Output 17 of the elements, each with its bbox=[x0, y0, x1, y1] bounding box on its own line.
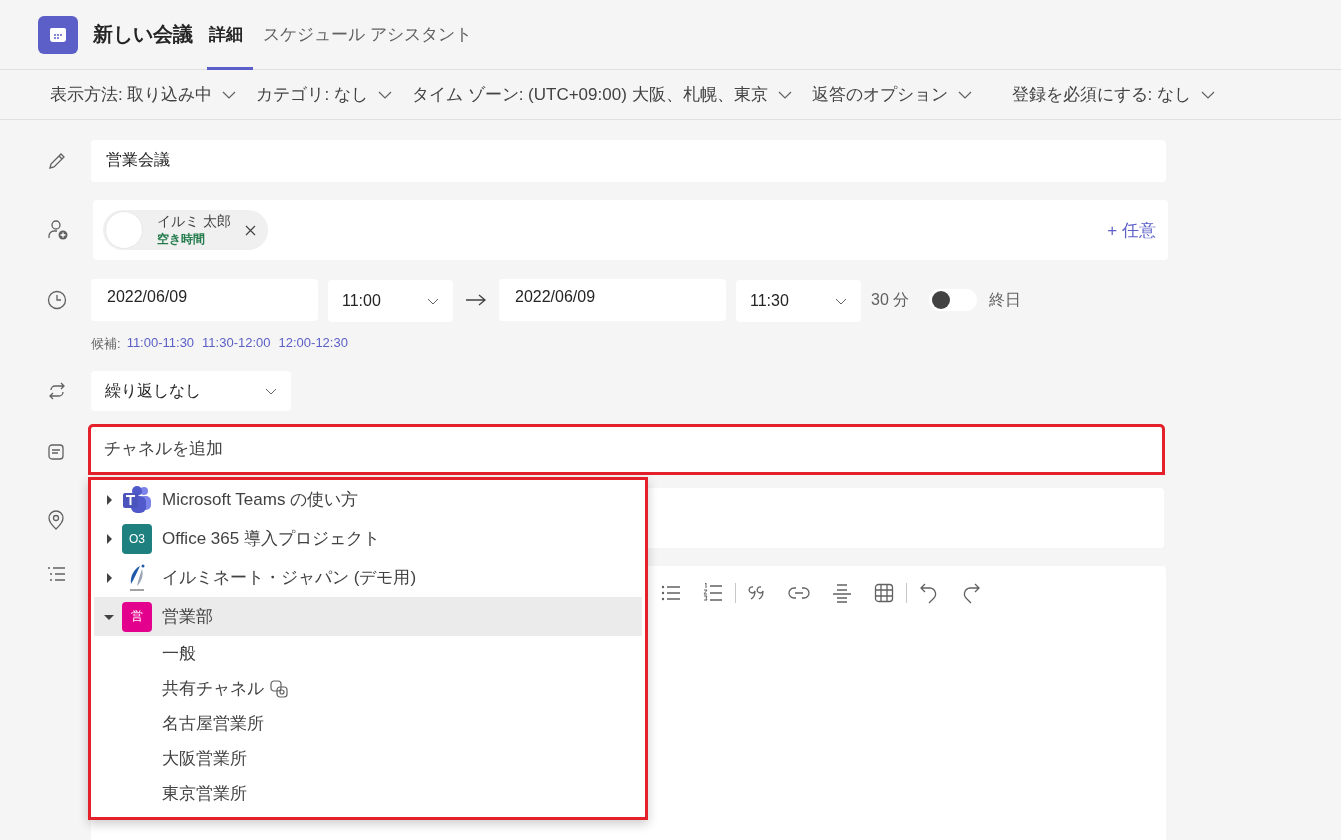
team-name: イルミネート・ジャパン (デモ用) bbox=[162, 567, 417, 589]
team-name: Office 365 導入プロジェクト bbox=[162, 528, 380, 550]
availability-status: 空き時間 bbox=[157, 230, 206, 248]
all-day-label: 終日 bbox=[989, 289, 1022, 310]
team-avatar: 営 bbox=[122, 601, 152, 632]
meeting-title: 新しい会議 bbox=[93, 22, 193, 47]
duration-text: 30 分 bbox=[871, 289, 910, 310]
channel-name: 名古屋営業所 bbox=[162, 713, 264, 735]
channel-name: 東京営業所 bbox=[162, 783, 247, 805]
team-name: 営業部 bbox=[162, 606, 213, 628]
attendee-name: イルミ 太郎 bbox=[157, 212, 231, 231]
channel-name: 共有チャネル bbox=[162, 678, 264, 700]
team-name: Microsoft Teams の使い方 bbox=[162, 489, 359, 511]
suggestions-label: 候補: bbox=[91, 335, 121, 353]
channel-name: 大阪営業所 bbox=[162, 748, 247, 770]
team-avatar: O3 bbox=[122, 523, 152, 554]
channel-name: 一般 bbox=[162, 643, 196, 665]
